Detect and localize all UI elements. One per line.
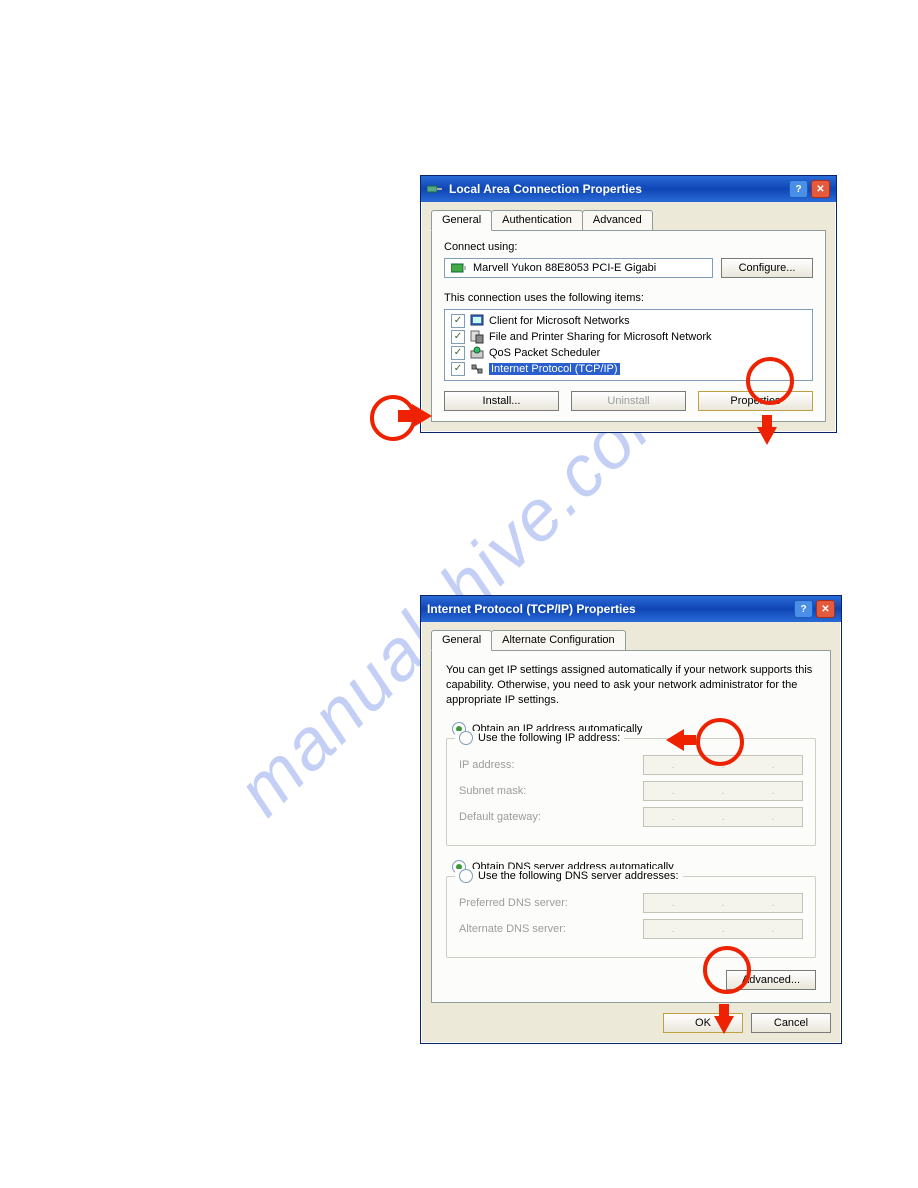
list-item[interactable]: ✓ Client for Microsoft Networks (449, 313, 808, 329)
radio-use-ip[interactable] (459, 731, 473, 745)
list-item-label: File and Printer Sharing for Microsoft N… (489, 331, 712, 343)
connection-items-list[interactable]: ✓ Client for Microsoft Networks ✓ File a… (444, 309, 813, 381)
subnet-field: ... (643, 781, 803, 801)
ip-address-field: ... (643, 755, 803, 775)
close-button[interactable]: ✕ (816, 600, 835, 618)
ok-button[interactable]: OK (663, 1013, 743, 1033)
help-button[interactable]: ? (794, 600, 813, 618)
tab-general[interactable]: General (431, 210, 492, 231)
list-item-label: Client for Microsoft Networks (489, 315, 630, 327)
properties-button[interactable]: Properties (698, 391, 813, 411)
sharing-icon (470, 330, 484, 344)
tab-alternate-config[interactable]: Alternate Configuration (491, 630, 626, 651)
adapter-field: Marvell Yukon 88E8053 PCI-E Gigabi (444, 258, 713, 278)
alt-dns-field: ... (643, 919, 803, 939)
pref-dns-field: ... (643, 893, 803, 913)
radio-use-dns[interactable] (459, 869, 473, 883)
items-label: This connection uses the following items… (444, 292, 813, 304)
checkbox[interactable]: ✓ (451, 330, 465, 344)
qos-icon (470, 346, 484, 360)
titlebar[interactable]: Local Area Connection Properties ? ✕ (421, 176, 836, 202)
tab-authentication[interactable]: Authentication (491, 210, 583, 231)
connect-using-label: Connect using: (444, 241, 813, 253)
help-button[interactable]: ? (789, 180, 808, 198)
list-item-label: QoS Packet Scheduler (489, 347, 600, 359)
window-tcpip-properties: Internet Protocol (TCP/IP) Properties ? … (420, 595, 842, 1044)
gateway-field: ... (643, 807, 803, 827)
cancel-button[interactable]: Cancel (751, 1013, 831, 1033)
tab-advanced[interactable]: Advanced (582, 210, 653, 231)
ip-address-label: IP address: (459, 759, 514, 771)
subnet-label: Subnet mask: (459, 785, 526, 797)
annotation-circle (370, 395, 416, 441)
client-icon (470, 314, 484, 328)
adapter-name: Marvell Yukon 88E8053 PCI-E Gigabi (473, 262, 656, 274)
checkbox[interactable]: ✓ (451, 346, 465, 360)
network-icon (427, 183, 443, 195)
tcpip-icon (470, 362, 484, 376)
tab-content: You can get IP settings assigned automat… (431, 650, 831, 1003)
tab-content: Connect using: Marvell Yukon 88E8053 PCI… (431, 230, 826, 422)
alt-dns-label: Alternate DNS server: (459, 923, 566, 935)
window-title: Internet Protocol (TCP/IP) Properties (427, 602, 636, 616)
list-item[interactable]: ✓ File and Printer Sharing for Microsoft… (449, 329, 808, 345)
list-item[interactable]: ✓ QoS Packet Scheduler (449, 345, 808, 361)
list-item-label: Internet Protocol (TCP/IP) (489, 363, 620, 375)
advanced-button[interactable]: Advanced... (726, 970, 816, 990)
list-item-tcpip[interactable]: ✓ Internet Protocol (TCP/IP) (449, 361, 808, 377)
radio-label: Use the following DNS server addresses: (478, 870, 679, 882)
radio-label: Use the following IP address: (478, 732, 620, 744)
tab-general[interactable]: General (431, 630, 492, 651)
checkbox[interactable]: ✓ (451, 362, 465, 376)
configure-button[interactable]: Configure... (721, 258, 813, 278)
tab-strip: General Authentication Advanced (431, 210, 826, 231)
ip-group: Use the following IP address: IP address… (446, 738, 816, 846)
intro-text: You can get IP settings assigned automat… (446, 663, 816, 708)
tab-strip: General Alternate Configuration (431, 630, 831, 651)
uninstall-button: Uninstall (571, 391, 686, 411)
window-title: Local Area Connection Properties (449, 182, 642, 196)
close-button[interactable]: ✕ (811, 180, 830, 198)
pref-dns-label: Preferred DNS server: (459, 897, 568, 909)
titlebar[interactable]: Internet Protocol (TCP/IP) Properties ? … (421, 596, 841, 622)
dns-group: Use the following DNS server addresses: … (446, 876, 816, 958)
checkbox[interactable]: ✓ (451, 314, 465, 328)
nic-icon (451, 262, 467, 274)
window-lan-properties: Local Area Connection Properties ? ✕ Gen… (420, 175, 837, 433)
install-button[interactable]: Install... (444, 391, 559, 411)
gateway-label: Default gateway: (459, 811, 541, 823)
